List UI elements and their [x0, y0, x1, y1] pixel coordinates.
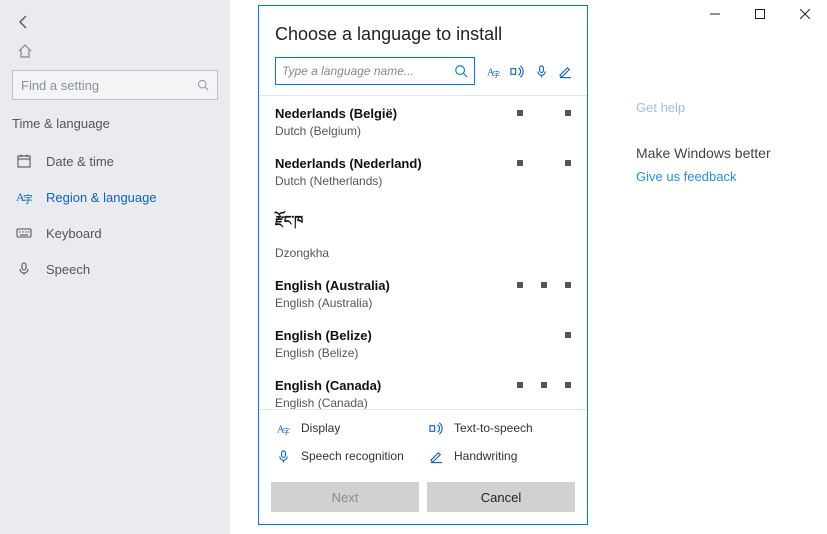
legend-label: Text-to-speech	[454, 421, 533, 435]
language-search-input[interactable]	[282, 64, 454, 78]
minimize-icon	[710, 9, 720, 19]
right-panel: Get help Make Windows better Give us fee…	[636, 100, 816, 184]
language-feature-dots	[517, 382, 571, 388]
feature-dot	[565, 160, 571, 166]
minimize-button[interactable]	[692, 0, 737, 28]
back-button[interactable]	[12, 10, 36, 34]
language-item[interactable]: Nederlands (Nederland)Dutch (Netherlands…	[259, 146, 587, 196]
language-feature-dots	[517, 110, 571, 116]
calendar-icon	[16, 153, 32, 169]
legend-handwriting: Handwriting	[428, 448, 573, 464]
language-english-name: Dutch (Netherlands)	[275, 174, 571, 188]
legend-display: A字 Display	[275, 420, 420, 436]
language-english-name: English (Belize)	[275, 346, 571, 360]
feedback-link[interactable]: Give us feedback	[636, 169, 816, 184]
speech-recognition-icon	[533, 63, 549, 79]
feature-dot	[565, 382, 571, 388]
microphone-icon	[16, 261, 32, 277]
settings-search-input[interactable]	[21, 78, 197, 93]
maximize-button[interactable]	[737, 0, 782, 28]
legend-tts: Text-to-speech	[428, 420, 573, 436]
feature-dot	[565, 110, 571, 116]
svg-text:字: 字	[282, 426, 290, 436]
sidebar-item-region-language[interactable]: A字 Region & language	[12, 181, 218, 213]
sidebar-item-label: Keyboard	[46, 226, 102, 241]
globe-icon: A字	[16, 189, 32, 205]
sidebar-item-label: Speech	[46, 262, 90, 277]
close-button[interactable]	[782, 0, 827, 28]
right-panel-heading: Make Windows better	[636, 145, 816, 161]
home-icon[interactable]	[14, 40, 36, 62]
feature-dot	[541, 382, 547, 388]
maximize-icon	[755, 9, 765, 19]
language-english-name: Dzongkha	[275, 246, 571, 260]
sidebar-item-keyboard[interactable]: Keyboard	[12, 217, 218, 249]
search-icon	[454, 64, 468, 78]
language-english-name: English (Australia)	[275, 296, 571, 310]
install-language-dialog: Choose a language to install A字 Nederlan…	[258, 5, 588, 525]
cancel-button[interactable]: Cancel	[427, 482, 575, 512]
keyboard-icon	[16, 225, 32, 241]
text-to-speech-icon	[509, 63, 525, 79]
language-list[interactable]: Nederlands (België)Dutch (Belgium)Nederl…	[259, 95, 587, 409]
get-help-link[interactable]: Get help	[636, 100, 816, 115]
legend-label: Speech recognition	[301, 449, 404, 463]
sidebar-item-date-time[interactable]: Date & time	[12, 145, 218, 177]
language-feature-dots	[517, 210, 571, 216]
language-feature-dots	[517, 332, 571, 338]
feature-dot	[541, 282, 547, 288]
sidebar-section-title: Time & language	[12, 116, 218, 131]
legend-speech: Speech recognition	[275, 448, 420, 464]
sidebar-item-label: Date & time	[46, 154, 114, 169]
next-button[interactable]: Next	[271, 482, 419, 512]
dialog-title: Choose a language to install	[259, 6, 587, 57]
language-english-name: English (Canada)	[275, 396, 571, 409]
language-search-box[interactable]	[275, 57, 475, 85]
handwriting-icon	[428, 448, 444, 464]
settings-search-box[interactable]	[12, 70, 218, 100]
feature-dot	[517, 282, 523, 288]
feature-dot	[517, 110, 523, 116]
display-language-icon: A字	[275, 420, 291, 436]
close-icon	[800, 9, 810, 19]
speech-recognition-icon	[275, 448, 291, 464]
sidebar-item-speech[interactable]: Speech	[12, 253, 218, 285]
legend-label: Handwriting	[454, 449, 517, 463]
svg-text:字: 字	[23, 193, 32, 205]
legend-label: Display	[301, 421, 340, 435]
language-english-name: Dutch (Belgium)	[275, 124, 571, 138]
settings-sidebar: Time & language Date & time A字 Region & …	[0, 0, 230, 534]
sidebar-item-label: Region & language	[46, 190, 157, 205]
feature-filter-icons: A字	[485, 63, 573, 79]
language-feature-dots	[517, 282, 571, 288]
svg-text:字: 字	[492, 69, 500, 79]
feature-dot	[565, 332, 571, 338]
feature-dot	[517, 160, 523, 166]
display-language-icon: A字	[485, 63, 501, 79]
search-icon	[197, 78, 209, 92]
language-feature-dots	[517, 160, 571, 166]
text-to-speech-icon	[428, 420, 444, 436]
language-item[interactable]: English (Australia)English (Australia)	[259, 268, 587, 318]
language-item[interactable]: English (Canada)English (Canada)	[259, 368, 587, 409]
language-item[interactable]: Nederlands (België)Dutch (Belgium)	[259, 96, 587, 146]
feature-legend: A字 Display Text-to-speech Speech recogni…	[259, 409, 587, 474]
feature-dot	[565, 282, 571, 288]
handwriting-icon	[557, 63, 573, 79]
feature-dot	[517, 382, 523, 388]
language-item[interactable]: རྫོང་ཁDzongkha	[259, 196, 587, 268]
language-item[interactable]: English (Belize)English (Belize)	[259, 318, 587, 368]
